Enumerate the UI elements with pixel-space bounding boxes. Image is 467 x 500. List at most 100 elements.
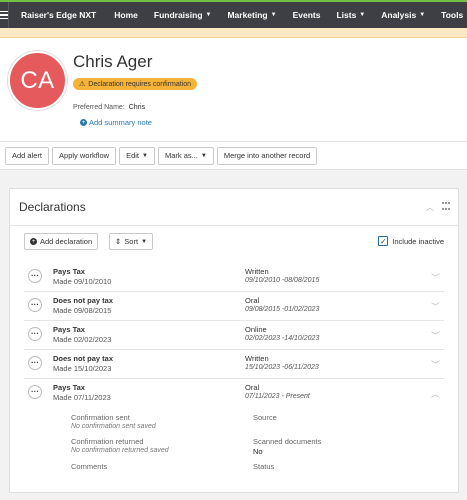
nav-tools-label: Tools [441,10,464,20]
avatar[interactable]: CA [8,51,67,110]
declaration-period: 15/10/2023 -06/11/2023 [245,364,319,371]
list-item[interactable]: ··· Does not pay tax Made 15/10/2023 Wri… [24,350,444,379]
more-options-icon[interactable]: ··· [28,356,42,370]
declaration-period: 09/08/2015 -01/02/2023 [245,306,320,313]
confirmation-returned-label: Confirmation returned [71,437,144,446]
alert-banner [0,28,467,38]
add-declaration-label: Add declaration [40,237,93,246]
nav-fundraising[interactable]: Fundraising ▼ [146,10,220,20]
nav-fundraising-label: Fundraising [153,10,203,20]
chevron-down-icon: ▼ [200,152,207,159]
declaration-detail: Confirmation sent No confirmation sent s… [24,409,444,484]
chevron-down-icon[interactable]: ﹀ [431,300,440,313]
confirmation-sent-value: No confirmation sent saved [71,423,156,430]
nav-events-label: Events [292,10,321,20]
more-options-icon[interactable]: ··· [28,269,42,283]
nav-lists[interactable]: Lists ▼ [328,10,373,20]
comments-label: Comments [71,462,108,471]
nav-marketing[interactable]: Marketing ▼ [219,10,284,20]
chevron-down-icon: ▼ [205,12,212,18]
nav-analysis[interactable]: Analysis ▼ [373,10,433,20]
nav-marketing-label: Marketing [227,10,268,20]
declaration-type: Oral [245,296,260,305]
chevron-down-icon: ▼ [142,152,148,159]
declaration-type: Written [245,354,269,363]
preferred-name-value: Chris [128,104,146,111]
chevron-down-icon[interactable]: ﹀ [431,358,440,371]
declaration-made-date: Made 15/10/2023 [53,364,112,373]
include-inactive-checkbox[interactable]: ✓ [378,236,389,246]
status-badge: ⚠ Declaration requires confirmation [73,78,197,90]
edit-dropdown-button[interactable]: Edit ▼ [119,146,155,165]
declaration-type: Written [245,267,269,276]
brand-name[interactable]: Raiser's Edge NXT [8,2,106,28]
declaration-status: Does not pay tax [53,296,114,305]
mark-as-label: Mark as... [164,151,198,160]
list-item[interactable]: ··· Pays Tax Made 09/10/2010 Written 09/… [24,263,444,292]
record-header: CA Chris Ager ⚠ Declaration requires con… [0,38,467,142]
nav-home-label: Home [114,10,138,20]
menu-icon[interactable] [0,2,8,28]
list-item[interactable]: ··· Pays Tax Made 07/11/2023 Oral 07/11/… [24,379,444,408]
declaration-made-date: Made 07/11/2023 [53,393,111,402]
edit-label: Edit [126,151,139,160]
status-badge-label: Declaration requires confirmation [88,80,191,88]
plus-circle-icon: + [80,119,87,126]
nav-home[interactable]: Home [106,10,146,20]
source-label: Source [253,413,277,422]
more-options-icon[interactable]: ··· [28,385,42,399]
sort-icon: ⇕ [115,237,122,246]
apply-workflow-button[interactable]: Apply workflow [52,146,117,165]
confirmation-returned-value: No confirmation returned saved [71,447,169,454]
declaration-made-date: Made 02/02/2023 [53,335,112,344]
declaration-period: 09/10/2010 -08/08/2015 [245,277,320,284]
record-toolbar: Add alert Apply workflow Edit ▼ Mark as..… [0,142,467,170]
add-summary-note-label: Add summary note [89,118,152,127]
collapse-icon[interactable]: ︿ [426,202,434,213]
mark-as-dropdown-button[interactable]: Mark as... ▼ [157,146,214,165]
nav-lists-label: Lists [336,10,357,20]
declaration-made-date: Made 09/08/2015 [53,306,112,315]
panel-controls: ︿ [426,202,450,213]
chevron-up-icon[interactable]: ︿ [431,387,440,400]
include-inactive-toggle[interactable]: ✓ Include inactive [378,236,444,246]
panel-title: Declarations [19,200,86,214]
plus-circle-icon: + [30,238,37,245]
grid-menu-icon[interactable] [442,202,450,213]
add-declaration-button[interactable]: + Add declaration [24,233,99,250]
merge-button[interactable]: Merge into another record [216,146,318,165]
declarations-panel: Declarations ︿ + Add declaration ⇕ Sort … [9,188,459,493]
nav-events[interactable]: Events [285,10,329,20]
chevron-down-icon[interactable]: ﹀ [431,329,440,342]
add-alert-button[interactable]: Add alert [5,146,50,165]
more-options-icon[interactable]: ··· [28,327,42,341]
sort-label: Sort [124,237,139,246]
declaration-period: 02/02/2023 -14/10/2023 [245,335,320,342]
chevron-down-icon: ▼ [419,12,426,18]
sort-button[interactable]: ⇕ Sort ▼ [109,233,154,250]
nav-tools[interactable]: Tools▼ [433,10,467,20]
include-inactive-label: Include inactive [392,236,444,246]
chevron-down-icon: ▼ [359,12,366,18]
declaration-type: Online [245,325,267,334]
declaration-list: ··· Pays Tax Made 09/10/2010 Written 09/… [24,263,444,408]
confirmation-sent-label: Confirmation sent [71,413,130,422]
scanned-documents-label: Scanned documents [253,437,322,446]
declaration-status: Pays Tax [53,383,85,392]
more-options-icon[interactable]: ··· [28,298,42,312]
chevron-down-icon[interactable]: ﹀ [431,271,440,284]
preferred-name-label: Preferred Name: [73,104,125,111]
declaration-status: Pays Tax [53,267,85,276]
add-summary-note-link[interactable]: + Add summary note [80,118,152,127]
page-title: Chris Ager [73,52,153,71]
panel-header: Declarations ︿ [10,189,458,226]
declaration-type: Oral [245,383,260,392]
warning-icon: ⚠ [79,81,86,88]
list-item[interactable]: ··· Does not pay tax Made 09/08/2015 Ora… [24,292,444,321]
preferred-name: Preferred Name: Chris [73,104,145,111]
list-toolbar: + Add declaration ⇕ Sort ▼ ✓ Include ina… [24,233,444,251]
scanned-documents-value: No [253,447,263,456]
declaration-status: Does not pay tax [53,354,114,363]
list-item[interactable]: ··· Pays Tax Made 02/02/2023 Online 02/0… [24,321,444,350]
nav-analysis-label: Analysis [381,10,417,20]
